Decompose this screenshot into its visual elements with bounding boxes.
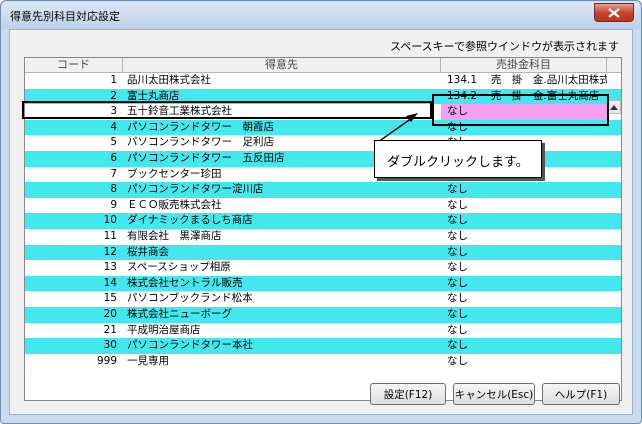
row-code-cell: 3 [110, 105, 117, 118]
row-customer-cell: スペースショップ相原 [127, 261, 231, 274]
row-code-cell: 999 [96, 354, 117, 367]
grid-header: コード 得意先 売掛金科目 [25, 58, 621, 73]
dialog-window: 得意先別科目対応設定 スペースキーで参照ウインドウが表示されます コード 得意先… [0, 0, 642, 424]
title-bar[interactable]: 得意先別科目対応設定 [2, 2, 640, 29]
row-code-cell: 6 [110, 151, 117, 164]
table-row[interactable]: 999 一見専用 なし [25, 353, 621, 370]
row-account-cell[interactable]: なし [441, 307, 607, 323]
row-code-cell: 14 [103, 276, 117, 289]
table-row[interactable]: 30 パソコンランドタワー本社 なし [25, 338, 621, 354]
row-customer-cell: 品川太田株式会社 [127, 74, 211, 86]
row-code-cell: 12 [103, 245, 117, 258]
dialog-body: スペースキーで参照ウインドウが表示されます コード 得意先 売掛金科目 1 品川太… [9, 29, 633, 415]
row-code-cell: 10 [103, 214, 117, 227]
row-code-cell: 11 [103, 229, 117, 242]
row-account-cell[interactable]: なし [441, 213, 607, 229]
row-customer-cell: 富士丸商店 [127, 89, 180, 102]
row-code-cell: 8 [110, 183, 117, 196]
row-code-cell: 9 [110, 198, 117, 211]
table-row[interactable]: 14 株式会社セントラル販売 なし [25, 275, 621, 292]
row-account-cell[interactable]: 134.2 売 掛 金.富士丸商店 [441, 89, 607, 105]
row-code-cell: 13 [103, 261, 117, 274]
header-customer[interactable]: 得意先 [123, 58, 441, 72]
header-account[interactable]: 売掛金科目 [441, 58, 607, 72]
cancel-button[interactable]: キャンセル(Esc) [453, 383, 535, 405]
row-customer-cell: 株式会社ニューボーグ [127, 307, 232, 320]
row-account-cell[interactable]: なし [441, 354, 607, 370]
row-code-cell: 1 [110, 74, 117, 86]
row-customer-cell: 桜井商会 [127, 245, 169, 258]
row-customer-cell: 有限会社 黒澤商店 [127, 229, 222, 242]
table-row[interactable]: 20 株式会社ニューボーグ なし [25, 306, 621, 323]
row-code-cell: 21 [103, 323, 117, 336]
row-code-cell: 15 [103, 292, 117, 305]
row-customer-cell: パソコンランドタワー 朝霞店 [127, 120, 274, 133]
row-account-cell[interactable]: なし [441, 323, 607, 339]
callout-text: ダブルクリックします。 [387, 155, 529, 170]
row-code-cell: 2 [110, 89, 117, 102]
grid-rows: 1 品川太田株式会社 134.1 売 掛 金.品川太田株式会社 2 富士丸商店 134.2… [25, 73, 621, 370]
customer-account-grid: コード 得意先 売掛金科目 1 品川太田株式会社 134.1 売 掛 金.品川太田株… [24, 57, 622, 401]
table-row[interactable]: 10 ダイナミックまるしち商店 なし [25, 213, 621, 229]
row-code-cell: 7 [110, 167, 117, 180]
instruction-callout: ダブルクリックします。 [374, 140, 542, 178]
row-code-cell: 30 [103, 339, 117, 352]
table-row[interactable]: 1 品川太田株式会社 134.1 売 掛 金.品川太田株式会社 [25, 73, 621, 89]
row-code-cell: 20 [103, 307, 117, 320]
row-account-cell[interactable]: なし [441, 120, 607, 136]
table-row[interactable]: 13 スペースショップ相原 なし [25, 260, 621, 276]
row-account-cell[interactable]: なし [441, 198, 607, 214]
window-title: 得意先別科目対応設定 [10, 10, 120, 23]
row-account-cell[interactable]: なし [441, 260, 607, 276]
table-row[interactable]: 21 平成明治屋商店 なし [25, 322, 621, 339]
close-icon [608, 7, 620, 18]
settings-button[interactable]: 設定(F12) [370, 383, 446, 405]
scroll-up-button[interactable] [607, 100, 621, 114]
row-account-cell[interactable]: なし [441, 245, 607, 261]
row-account-cell[interactable]: 134.1 売 掛 金.品川太田株式会社 [441, 73, 607, 89]
row-account-cell[interactable]: なし [441, 291, 607, 307]
row-customer-cell: パソコンランドタワー本社 [127, 339, 253, 352]
chevron-up-icon [610, 104, 618, 110]
row-code-cell: 5 [110, 136, 117, 149]
table-row[interactable]: 2 富士丸商店 134.2 売 掛 金.富士丸商店 [25, 88, 621, 105]
table-row[interactable]: 3 五十鈴音工業株式会社 なし [25, 104, 621, 120]
row-account-cell[interactable]: なし [441, 182, 607, 198]
table-row[interactable]: 12 桜井商会 なし [25, 244, 621, 261]
table-row[interactable]: 4 パソコンランドタワー 朝霞店 なし [25, 119, 621, 136]
row-account-cell[interactable]: なし [441, 276, 607, 292]
row-customer-cell: 株式会社セントラル販売 [127, 276, 243, 289]
row-customer-cell: ＥＣＯ販売株式会社 [127, 198, 222, 211]
row-customer-cell: 一見専用 [127, 354, 169, 367]
table-row[interactable]: 8 パソコンランドタワー淀川店 なし [25, 182, 621, 198]
row-customer-cell: パソコンブックランド松本 [127, 292, 253, 305]
close-button[interactable] [594, 3, 634, 22]
row-customer-cell: ダイナミックまるしち商店 [127, 214, 253, 227]
row-account-cell[interactable]: なし [441, 338, 607, 354]
row-account-cell[interactable]: なし [441, 229, 607, 245]
help-button[interactable]: ヘルプ(F1) [542, 383, 620, 405]
row-code-cell: 4 [110, 120, 117, 133]
row-customer-cell: 五十鈴音工業株式会社 [127, 105, 232, 118]
table-row[interactable]: 15 パソコンブックランド松本 なし [25, 291, 621, 307]
row-account-cell[interactable]: なし [441, 104, 607, 120]
row-customer-cell: パソコンランドタワー淀川店 [127, 183, 264, 196]
header-code[interactable]: コード [25, 58, 123, 72]
row-customer-cell: 平成明治屋商店 [127, 323, 201, 336]
table-row[interactable]: 9 ＥＣＯ販売株式会社 なし [25, 197, 621, 214]
hint-text: スペースキーで参照ウインドウが表示されます [390, 40, 620, 53]
table-row[interactable]: 11 有限会社 黒澤商店 なし [25, 228, 621, 245]
